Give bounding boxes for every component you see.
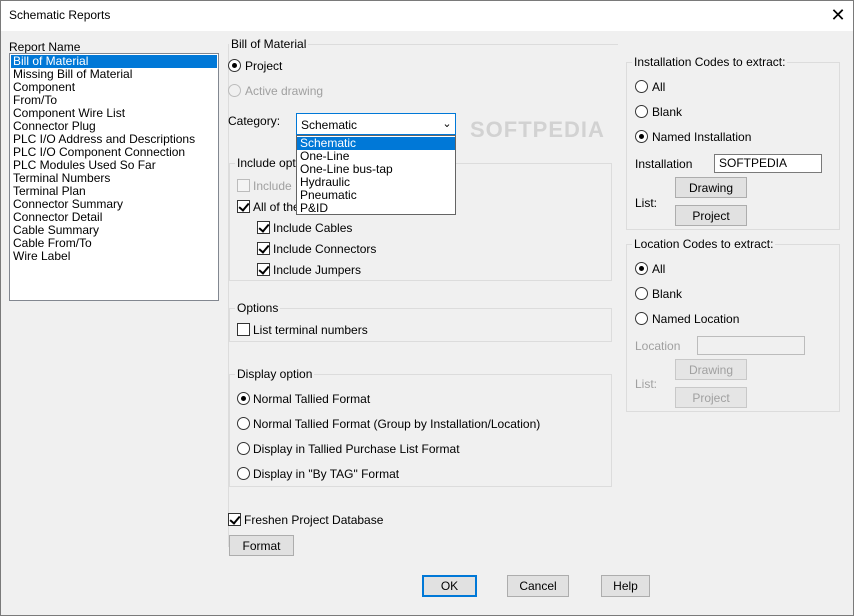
display-option-radio[interactable] (237, 392, 250, 405)
display-option-radio[interactable] (237, 442, 250, 455)
include-cables-checkbox[interactable] (257, 221, 270, 234)
display-option-label: Display in Tallied Purchase List Format (253, 442, 460, 456)
display-option-radio[interactable] (237, 467, 250, 480)
format-button[interactable]: Format (229, 535, 294, 556)
installation-field-label: Installation (635, 157, 693, 171)
location-all-radio[interactable] (635, 262, 648, 275)
location-named-radio[interactable] (635, 312, 648, 325)
include-connectors-label: Include Connectors (273, 242, 377, 256)
installation-drawing-button[interactable]: Drawing (675, 177, 747, 198)
location-list-label: List: (635, 377, 658, 391)
report-list[interactable]: Bill of Material Missing Bill of Material… (9, 53, 219, 301)
ok-button[interactable]: OK (422, 575, 477, 597)
all-of-the-checkbox[interactable] (237, 200, 250, 213)
help-button[interactable]: Help (601, 575, 650, 597)
include-cables-label: Include Cables (273, 221, 353, 235)
bom-group-title: Bill of Material (229, 37, 309, 51)
category-combo[interactable]: Schematic ⌄ (296, 113, 456, 135)
location-title: Location Codes to extract: (632, 237, 776, 251)
display-option-radio[interactable] (237, 417, 250, 430)
location-blank-radio[interactable] (635, 287, 648, 300)
options-title: Options (235, 301, 281, 315)
installation-named-radio[interactable] (635, 130, 648, 143)
include-inline-checkbox[interactable] (237, 179, 250, 192)
include-connectors-checkbox[interactable] (257, 242, 270, 255)
installation-named-label: Named Installation (652, 130, 752, 144)
active-drawing-label: Active drawing (245, 84, 324, 98)
list-terminal-label: List terminal numbers (253, 323, 368, 337)
installation-project-button[interactable]: Project (675, 205, 747, 226)
installation-title: Installation Codes to extract: (632, 55, 788, 69)
location-input[interactable] (697, 336, 805, 355)
project-radio[interactable] (228, 59, 241, 72)
category-option[interactable]: P&ID (297, 202, 455, 215)
location-project-button[interactable]: Project (675, 387, 747, 408)
location-drawing-button[interactable]: Drawing (675, 359, 747, 380)
close-icon[interactable]: ✕ (826, 4, 850, 26)
list-terminal-checkbox[interactable] (237, 323, 250, 336)
location-blank-label: Blank (652, 287, 683, 301)
display-option-title: Display option (235, 367, 315, 381)
project-label: Project (245, 59, 283, 73)
category-label: Category: (228, 114, 281, 128)
installation-input[interactable]: SOFTPEDIA (714, 154, 822, 173)
cancel-button[interactable]: Cancel (507, 575, 569, 597)
chevron-down-icon[interactable]: ⌄ (439, 115, 455, 133)
installation-all-radio[interactable] (635, 80, 648, 93)
active-drawing-radio[interactable] (228, 84, 241, 97)
category-combo-value: Schematic (301, 118, 358, 132)
display-option-label: Normal Tallied Format (253, 392, 371, 406)
report-name-label: Report Name (9, 40, 81, 54)
window-title: Schematic Reports (9, 8, 111, 22)
include-jumpers-label: Include Jumpers (273, 263, 362, 277)
installation-list-label: List: (635, 196, 658, 210)
location-field-label: Location (635, 339, 681, 353)
installation-blank-label: Blank (652, 105, 683, 119)
all-of-the-label: All of the (253, 200, 300, 214)
location-named-label: Named Location (652, 312, 740, 326)
display-option-label: Normal Tallied Format (Group by Installa… (253, 417, 541, 431)
freshen-db-label: Freshen Project Database (244, 513, 384, 527)
display-option-label: Display in "By TAG" Format (253, 467, 400, 481)
location-all-label: All (652, 262, 666, 276)
freshen-db-checkbox[interactable] (228, 513, 241, 526)
category-dropdown[interactable]: Schematic One-Line One-Line bus-tap Hydraul… (296, 135, 456, 215)
include-jumpers-checkbox[interactable] (257, 263, 270, 276)
title-bar (0, 0, 854, 31)
report-list-item[interactable]: Wire Label (11, 250, 217, 263)
installation-blank-radio[interactable] (635, 105, 648, 118)
installation-all-label: All (652, 80, 666, 94)
